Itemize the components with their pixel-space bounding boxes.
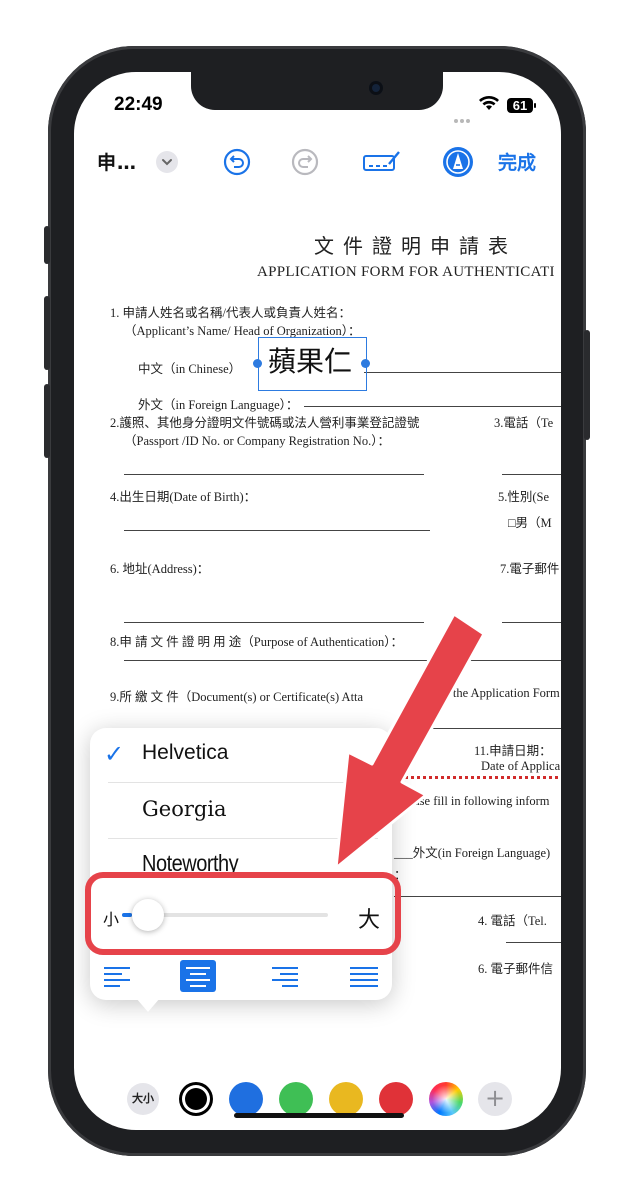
red-arrow-annotation [334, 612, 486, 870]
